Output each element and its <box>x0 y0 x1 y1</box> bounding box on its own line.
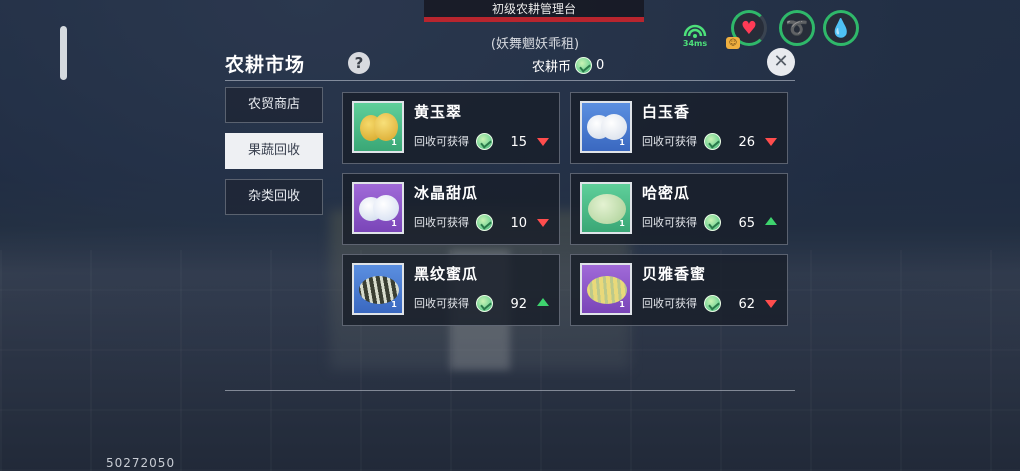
item-name: 黑纹蜜瓜 <box>414 265 479 283</box>
trend-down-icon <box>537 138 549 146</box>
recycle-label: 回收可获得 <box>642 297 697 310</box>
item-price: 62 <box>738 297 755 312</box>
location-title-bar: 初级农耕管理台 <box>424 0 644 22</box>
trend-up-icon <box>765 217 777 225</box>
food-status[interactable]: ➰ <box>779 10 815 46</box>
footer-divider <box>225 390 795 391</box>
trend-down-icon <box>765 138 777 146</box>
help-button[interactable]: ? <box>348 52 370 74</box>
network-ping: 34ms <box>680 22 710 52</box>
farm-coin-icon <box>476 295 493 312</box>
beiya-melon-icon: 1 <box>580 263 632 315</box>
food-icon: ➰ <box>785 17 809 39</box>
drag-handle[interactable] <box>60 26 67 80</box>
farm-coin-icon <box>476 214 493 231</box>
health-bar <box>424 17 644 22</box>
item-price: 10 <box>510 216 527 231</box>
item-name: 白玉香 <box>642 103 691 121</box>
white-melon-icon: 1 <box>580 101 632 153</box>
item-card-heiwen-migua[interactable]: 1 黑纹蜜瓜 回收可获得 92 <box>342 254 560 326</box>
recycle-label: 回收可获得 <box>414 135 469 148</box>
farm-coin-icon <box>704 214 721 231</box>
farm-coin-icon <box>575 57 593 74</box>
health-status[interactable]: ♥ ☺ <box>726 10 767 49</box>
item-card-beiya-xiangmi[interactable]: 1 贝雅香蜜 回收可获得 62 <box>570 254 788 326</box>
location-subtitle: (妖舞魍妖乖租) <box>490 37 580 52</box>
panel-title: 农耕市场 <box>225 54 306 76</box>
item-price: 92 <box>510 297 527 312</box>
header-divider <box>225 80 795 81</box>
farm-coin-icon <box>476 133 493 150</box>
item-name: 冰晶甜瓜 <box>414 184 479 202</box>
recycle-label: 回收可获得 <box>642 216 697 229</box>
ice-melon-icon: 1 <box>352 182 404 234</box>
water-drop-icon: 💧 <box>829 17 853 39</box>
item-level-badge: 1 <box>391 138 397 147</box>
yellow-melon-icon: 1 <box>352 101 404 153</box>
currency-label: 农耕币 <box>532 60 572 75</box>
signal-icon <box>683 24 707 38</box>
item-card-hamigua[interactable]: 1 哈密瓜 回收可获得 65 <box>570 173 788 245</box>
heart-icon: ♥ <box>740 17 758 39</box>
item-level-badge: 1 <box>619 300 625 309</box>
item-price: 65 <box>738 216 755 231</box>
close-button[interactable]: ✕ <box>767 48 795 76</box>
item-level-badge: 1 <box>391 300 397 309</box>
pet-tag-icon: ☺ <box>726 37 740 49</box>
item-price: 15 <box>510 135 527 150</box>
currency-value: 0 <box>596 58 605 73</box>
item-name: 哈密瓜 <box>642 184 691 202</box>
hami-melon-icon: 1 <box>580 182 632 234</box>
tab-produce-recycle[interactable]: 果蔬回收 <box>225 133 323 169</box>
trend-up-icon <box>537 298 549 306</box>
item-card-huangyucui[interactable]: 1 黄玉翠 回收可获得 15 <box>342 92 560 164</box>
currency-display: 农耕币 0 <box>532 56 604 75</box>
item-price: 26 <box>738 135 755 150</box>
recycle-label: 回收可获得 <box>642 135 697 148</box>
farm-coin-icon <box>704 295 721 312</box>
item-level-badge: 1 <box>391 219 397 228</box>
location-title: 初级农耕管理台 <box>491 2 576 16</box>
trend-down-icon <box>537 219 549 227</box>
item-level-badge: 1 <box>619 138 625 147</box>
tab-farm-shop[interactable]: 农贸商店 <box>225 87 323 123</box>
player-uid: 50272050 <box>106 456 176 470</box>
item-card-bingjing-tiangua[interactable]: 1 冰晶甜瓜 回收可获得 10 <box>342 173 560 245</box>
item-name: 贝雅香蜜 <box>642 265 707 283</box>
tab-misc-recycle[interactable]: 杂类回收 <box>225 179 323 215</box>
recycle-label: 回收可获得 <box>414 216 469 229</box>
farm-coin-icon <box>704 133 721 150</box>
item-card-baiyuxiang[interactable]: 1 白玉香 回收可获得 26 <box>570 92 788 164</box>
trend-down-icon <box>765 300 777 308</box>
water-status[interactable]: 💧 <box>823 10 859 46</box>
ping-value: 34ms <box>682 39 708 48</box>
item-level-badge: 1 <box>619 219 625 228</box>
striped-melon-icon: 1 <box>352 263 404 315</box>
item-name: 黄玉翠 <box>414 103 463 121</box>
recycle-label: 回收可获得 <box>414 297 469 310</box>
